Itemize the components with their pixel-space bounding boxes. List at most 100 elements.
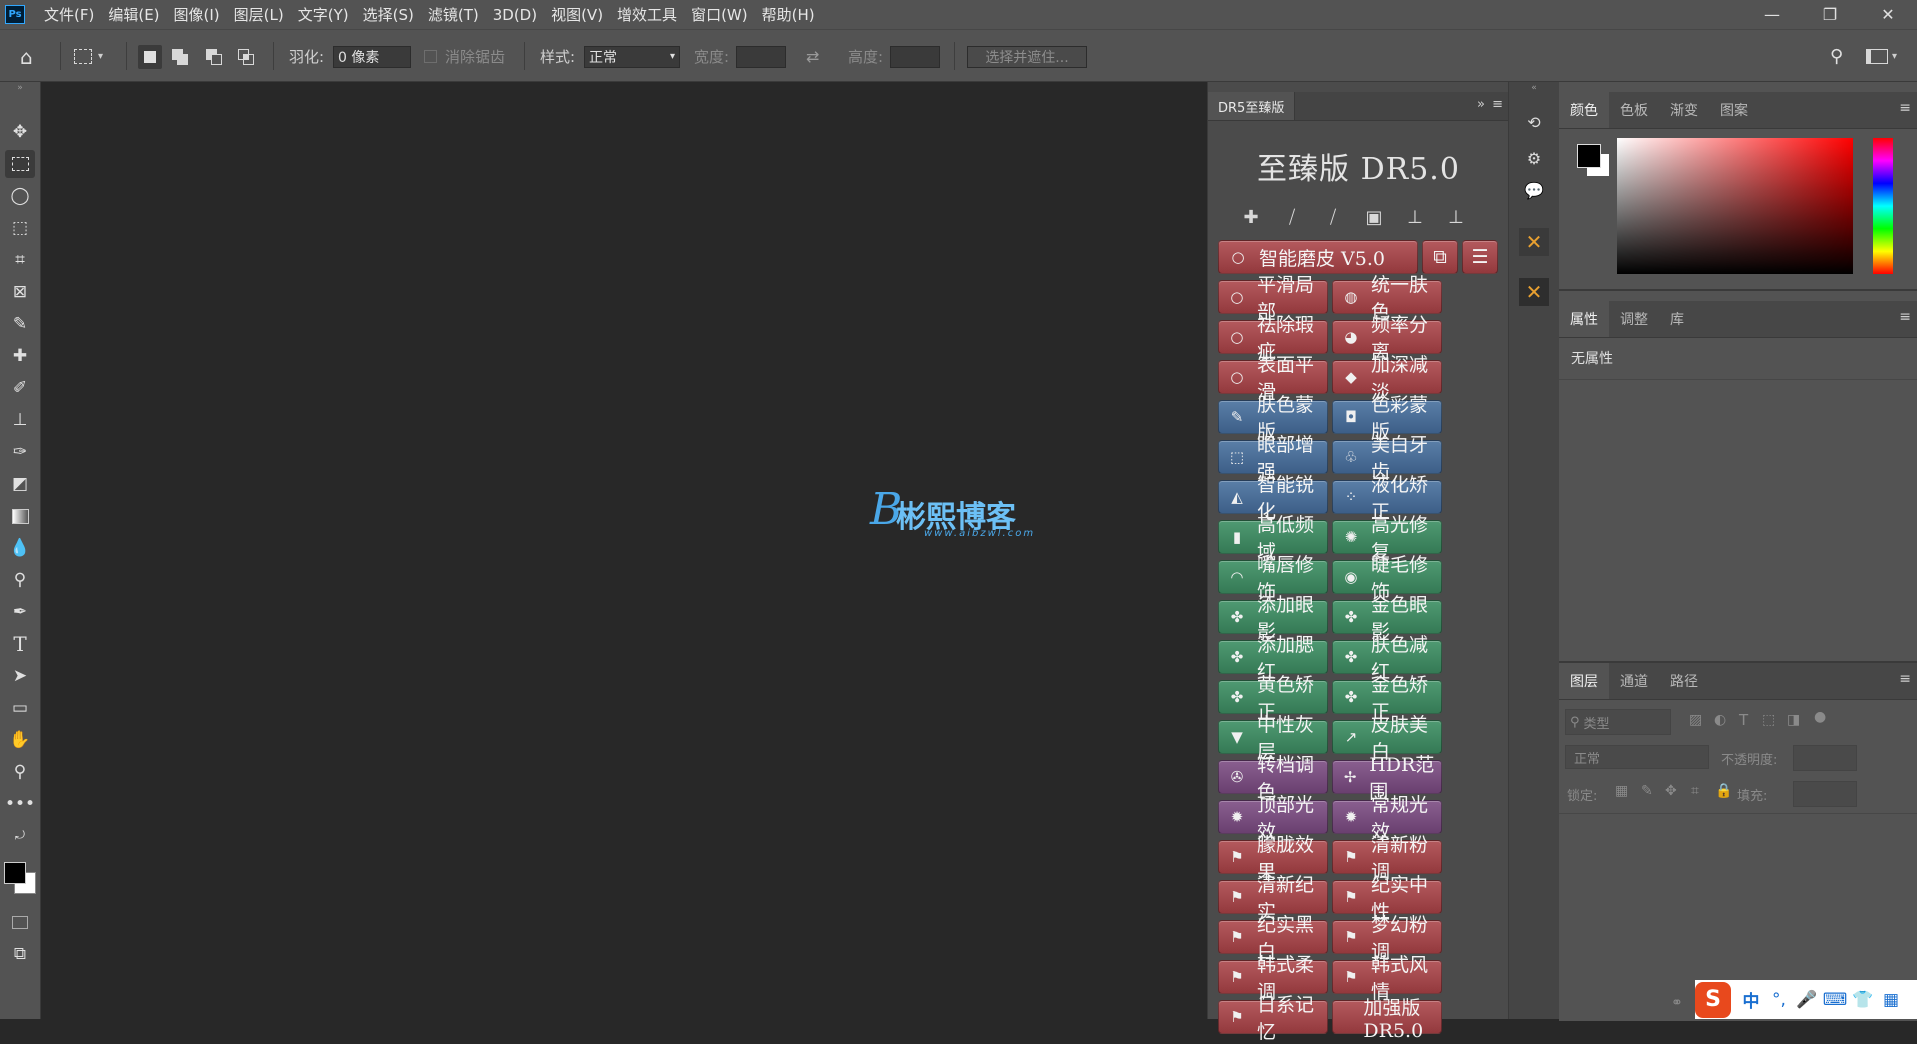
patch-icon[interactable]: ⧸	[1320, 204, 1346, 230]
dr5-plugin-icon[interactable]: ✕	[1519, 278, 1549, 306]
pen-tool-icon[interactable]: ✒	[5, 598, 35, 626]
hand-tool-icon[interactable]: ✋	[5, 726, 35, 754]
dr5-action-button[interactable]: ▮ 高低频域	[1218, 514, 1328, 563]
menu-3d[interactable]: 3D(D)	[486, 6, 544, 24]
search-icon[interactable]: ⚲	[1830, 30, 1843, 83]
blend-mode-select[interactable]: 正常	[1565, 745, 1709, 769]
filter-shape-icon[interactable]: ⬚	[1762, 712, 1775, 728]
select-and-mask-button[interactable]: 选择并遮住...	[967, 45, 1087, 68]
comments-icon[interactable]: 💬	[1519, 176, 1549, 204]
dodge-tool-icon[interactable]: ⚲	[5, 566, 35, 594]
panel-menu-icon[interactable]: ≡	[1899, 671, 1911, 687]
link-layers-icon[interactable]: ⚭	[1671, 995, 1683, 1011]
eyedropper-tool-icon[interactable]: ✎	[5, 310, 35, 338]
lock-all-icon[interactable]: 🔒	[1715, 783, 1732, 799]
path-selection-tool-icon[interactable]: ➤	[5, 662, 35, 690]
dr5-action-button[interactable]: ◠ 嘴唇修饰	[1218, 554, 1328, 603]
intersect-selection-icon[interactable]	[238, 30, 254, 83]
menu-type[interactable]: 文字(Y)	[291, 4, 356, 25]
dr5-action-button[interactable]: ⚑ 韩式柔调	[1218, 954, 1328, 1003]
tab-patterns[interactable]: 图案	[1709, 92, 1759, 128]
foreground-color-swatch[interactable]	[4, 862, 26, 884]
menu-filter[interactable]: 滤镜(T)	[421, 4, 486, 25]
dr5-action-button[interactable]: ✤ 黄色矫正	[1218, 674, 1328, 723]
panel-menu-icon[interactable]: ≡	[1899, 309, 1911, 325]
subtract-selection-icon[interactable]	[206, 30, 222, 83]
lock-artboard-icon[interactable]: ⌗	[1691, 783, 1699, 799]
filter-toggle-icon[interactable]: ●	[1814, 709, 1826, 725]
dr5-action-button[interactable]: ◆ 加深减淡	[1332, 354, 1442, 403]
healing-brush-tool-icon[interactable]: ✚	[5, 342, 35, 370]
antialias-checkbox[interactable]: 消除锯齿	[424, 30, 505, 83]
tab-adjustments[interactable]: 调整	[1609, 301, 1659, 337]
ime-mode[interactable]: 中	[1737, 987, 1765, 1012]
menu-layer[interactable]: 图层(L)	[227, 4, 291, 25]
dr5-action-button[interactable]: ◭ 智能锐化	[1218, 474, 1328, 523]
close-button[interactable]: ✕	[1859, 0, 1917, 29]
expand-panel-icon[interactable]: »	[1477, 97, 1485, 112]
menu-window[interactable]: 窗口(W)	[684, 4, 755, 25]
dr5-action-button[interactable]: ⬚ 眼部增强	[1218, 434, 1328, 483]
expand-dock-icon[interactable]: «	[1519, 82, 1549, 94]
dr5-action-button[interactable]: ✇ 转档调色	[1218, 754, 1328, 803]
lock-position-icon[interactable]: ✥	[1665, 783, 1677, 799]
plugin-icon[interactable]: ⚙	[1519, 144, 1549, 172]
dr5-action-button[interactable]: ⚑ 韩式风情	[1332, 954, 1442, 1003]
dr5-action-button[interactable]: ✤ 金色眼影	[1332, 594, 1442, 643]
lasso-tool-icon[interactable]: ◯	[5, 182, 35, 210]
dr5-action-button[interactable]: ✹ 常规光效	[1332, 794, 1442, 843]
history-icon[interactable]: ⟲	[1519, 108, 1549, 136]
dr5-action-button[interactable]: ⚑ 日系记忆	[1218, 994, 1328, 1043]
dr5-action-button[interactable]: ◕ 频率分离	[1332, 314, 1442, 363]
history-brush-tool-icon[interactable]: ✑	[5, 438, 35, 466]
smart-skin-smoothing-button[interactable]: ○ 智能磨皮 V5.0	[1218, 240, 1418, 274]
filter-image-icon[interactable]: ▨	[1689, 712, 1702, 728]
eraser-tool-icon[interactable]: ◩	[5, 470, 35, 498]
punctuation-mode[interactable]: °,	[1765, 990, 1793, 1010]
workspace-icon[interactable]: ▾	[1866, 30, 1897, 83]
settings-button[interactable]: ☰	[1462, 240, 1498, 274]
menu-select[interactable]: 选择(S)	[356, 4, 421, 25]
object-selection-tool-icon[interactable]: ⬚	[5, 214, 35, 242]
foreground-color-swatch[interactable]	[1577, 144, 1601, 168]
rectangular-marquee-tool-icon[interactable]	[5, 150, 35, 178]
menu-view[interactable]: 视图(V)	[544, 4, 610, 25]
document-canvas[interactable]	[41, 82, 1207, 1019]
panel-menu-icon[interactable]: ≡	[1899, 100, 1911, 116]
color-swatches[interactable]	[1577, 144, 1611, 178]
dr5-action-button[interactable]: ♧ 美白牙齿	[1332, 434, 1442, 483]
brush-tool-icon[interactable]: ✐	[5, 374, 35, 402]
tab-swatches[interactable]: 色板	[1609, 92, 1659, 128]
hue-slider[interactable]	[1873, 138, 1893, 274]
add-selection-icon[interactable]	[172, 30, 188, 83]
color-picker-field[interactable]	[1617, 138, 1853, 274]
microphone-icon[interactable]: 🎤	[1793, 990, 1821, 1010]
tab-layers[interactable]: 图层	[1559, 663, 1609, 699]
dr5-tool-icon[interactable]: ✕	[1519, 228, 1549, 256]
dr5-action-button[interactable]: ✤ 肤色减红	[1332, 634, 1442, 683]
bandage-icon[interactable]: ⧸	[1279, 204, 1305, 230]
tab-channels[interactable]: 通道	[1609, 663, 1659, 699]
clone-stamp-tool-icon[interactable]: ⊥	[5, 406, 35, 434]
dr5-action-button[interactable]: ✤ 添加眼影	[1218, 594, 1328, 643]
filter-type-icon[interactable]: T	[1739, 711, 1748, 729]
heal-tool-icon[interactable]: ✚	[1238, 204, 1264, 230]
dr5-action-button[interactable]: ⚑ 梦幻粉调	[1332, 914, 1442, 963]
grid-menu-icon[interactable]: ▦	[1877, 990, 1905, 1010]
sogou-logo-icon[interactable]: S	[1695, 981, 1731, 1018]
filter-adjustment-icon[interactable]: ◐	[1714, 712, 1726, 728]
quick-mask-icon[interactable]	[5, 908, 35, 936]
frame-tool-icon[interactable]: ⊠	[5, 278, 35, 306]
swap-icon[interactable]: ⇄	[806, 30, 819, 83]
dr5-action-button[interactable]: ⚑ 纪实黑白	[1218, 914, 1328, 963]
dr5-action-button[interactable]: ◘ 色彩蒙版	[1332, 394, 1442, 443]
dr5-action-button[interactable]: ✤ 添加腮红	[1218, 634, 1328, 683]
width-input[interactable]	[736, 45, 786, 68]
menu-image[interactable]: 图像(I)	[167, 4, 227, 25]
dr5-action-button[interactable]: ✹ 顶部光效	[1218, 794, 1328, 843]
feather-input[interactable]: 0 像素	[333, 45, 411, 68]
tab-paths[interactable]: 路径	[1659, 663, 1709, 699]
menu-plugins[interactable]: 增效工具	[610, 4, 684, 25]
height-input[interactable]	[890, 45, 940, 68]
style-select[interactable]: 正常 ▾	[584, 45, 680, 68]
